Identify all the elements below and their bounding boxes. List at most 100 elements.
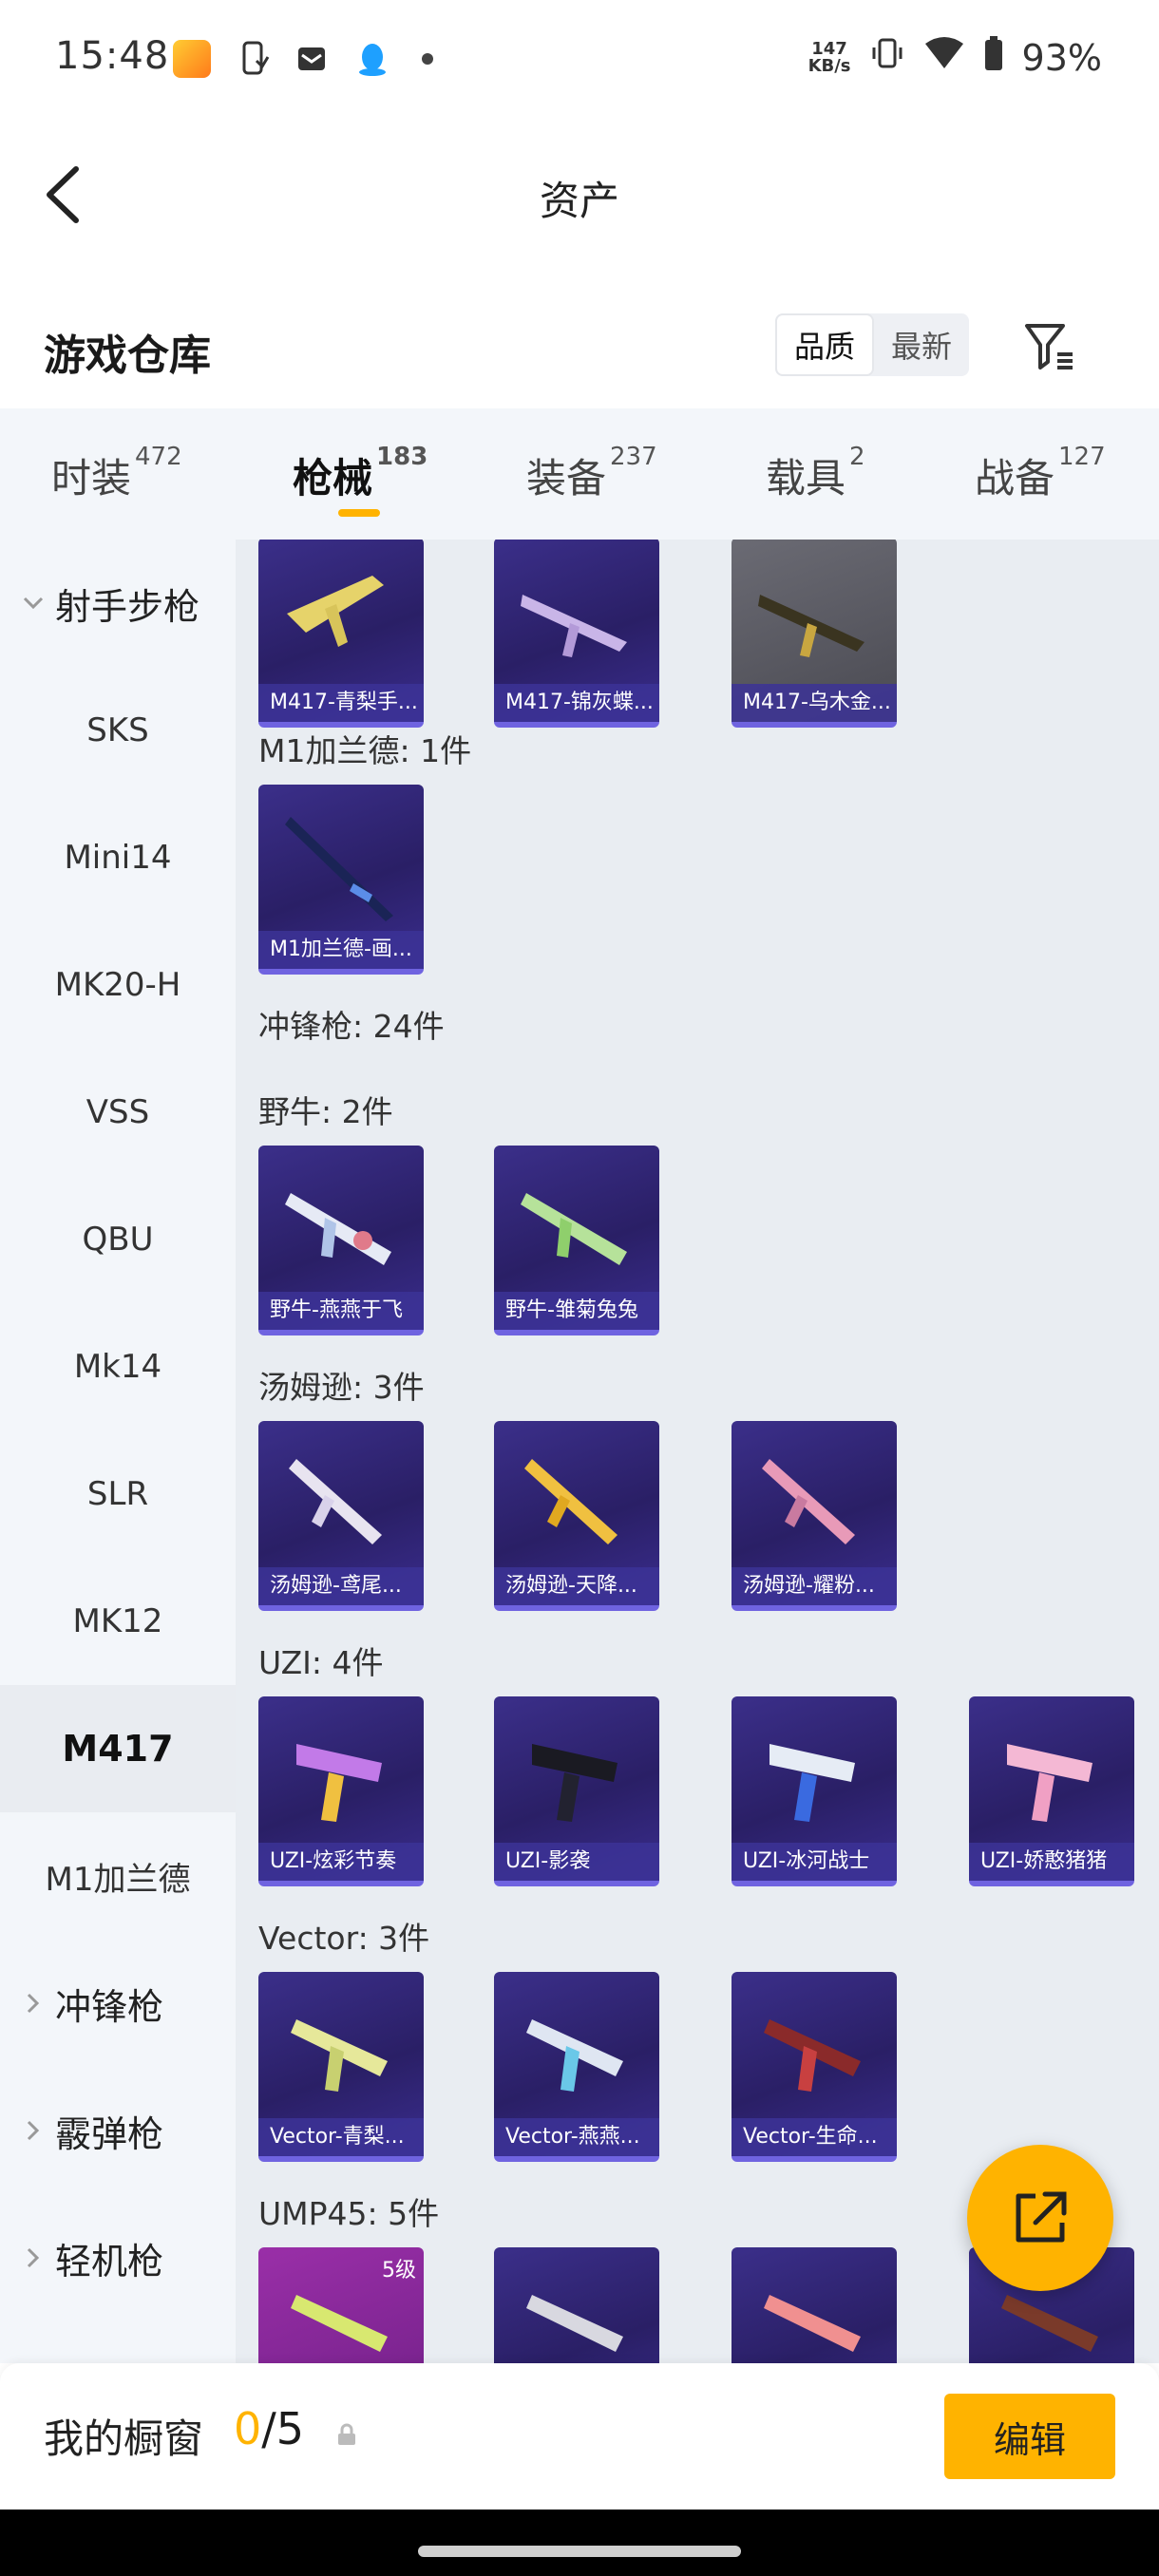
tab-supplies[interactable]: 战备 127 xyxy=(975,443,1106,504)
home-indicator[interactable] xyxy=(418,2546,741,2557)
uzi-skin-icon xyxy=(770,1744,855,1822)
weapon-type-sidebar: 射手步枪 SKS Mini14 MK20-H VSS QBU Mk14 SLR … xyxy=(0,540,236,2363)
wifi-icon xyxy=(923,34,965,81)
sidebar-item-mk14[interactable]: Mk14 xyxy=(0,1303,236,1430)
sidebar-item-qbu[interactable]: QBU xyxy=(0,1176,236,1303)
lock-icon xyxy=(338,2423,355,2445)
smg-skin-icon xyxy=(524,1459,618,1544)
sidebar-item-vss[interactable]: VSS xyxy=(0,1049,236,1176)
sidebar-label: 冲锋枪 xyxy=(55,1985,164,2028)
battery-icon xyxy=(982,34,1005,81)
weapon-card[interactable]: UZI-影袭 xyxy=(494,1696,659,1886)
weapon-card-name: M417-锦灰蝶... xyxy=(494,684,659,722)
smg-skin-icon xyxy=(526,2295,623,2352)
weapon-grid: M417-青梨手... M417-锦灰蝶... M417-乌木金... M1加兰… xyxy=(236,540,1159,2363)
edit-button[interactable]: 编辑 xyxy=(944,2394,1115,2479)
sidebar-group-shotgun[interactable]: 霰弹枪 xyxy=(0,2067,236,2194)
smg-skin-icon xyxy=(521,1193,627,1265)
weapon-card[interactable]: UZI-娇憨猪猪 xyxy=(969,1696,1134,1886)
tab-fashion-label: 时装 xyxy=(51,455,132,502)
weapon-card[interactable]: 汤姆逊-鸢尾... xyxy=(258,1421,424,1611)
weapon-card-name: Vector-青梨... xyxy=(258,2118,424,2156)
showcase-count: 0/5 xyxy=(234,2403,304,2454)
weapon-card[interactable]: M417-青梨手... xyxy=(258,540,424,728)
showcase-label: 我的橱窗 xyxy=(44,2415,204,2462)
sort-latest-button[interactable]: 最新 xyxy=(874,313,969,376)
smg-skin-icon xyxy=(285,1193,391,1265)
tab-supplies-label: 战备 xyxy=(975,455,1055,502)
weapon-card[interactable]: M1加兰德-画... xyxy=(258,785,424,975)
section-header-uzi: UZI: 4件 xyxy=(258,1644,384,1681)
chevron-right-icon xyxy=(19,2119,48,2142)
smg-skin-icon xyxy=(762,1459,855,1544)
sidebar-item-slr[interactable]: SLR xyxy=(0,1430,236,1558)
phone-sync-icon xyxy=(236,40,274,78)
weapon-card[interactable]: 野牛-雏菊兔兔 xyxy=(494,1146,659,1335)
category-tabs: 时装 472 枪械 183 装备 237 载具 2 战备 127 xyxy=(0,408,1159,540)
weapon-card[interactable]: M417-锦灰蝶... xyxy=(494,540,659,728)
sidebar-label: 霰弹枪 xyxy=(55,2112,164,2155)
share-button[interactable] xyxy=(967,2145,1113,2291)
tab-fashion-count: 472 xyxy=(135,443,182,471)
tab-guns[interactable]: 枪械 183 xyxy=(293,443,428,504)
sort-toggle: 品质 最新 xyxy=(775,313,969,376)
weapon-card-name: UZI-炫彩节奏 xyxy=(258,1843,424,1881)
weapon-card[interactable]: 汤姆逊-天降... xyxy=(494,1421,659,1611)
weapon-card[interactable] xyxy=(732,2247,897,2363)
weapon-card[interactable]: UZI-炫彩节奏 xyxy=(258,1696,424,1886)
sidebar-item-mk12[interactable]: MK12 xyxy=(0,1558,236,1685)
chevron-right-icon xyxy=(19,1992,48,2015)
weapon-card-name: UZI-影袭 xyxy=(494,1843,659,1881)
weapon-card[interactable]: M417-乌木金... xyxy=(732,540,897,728)
sidebar-item-m417[interactable]: M417 xyxy=(0,1685,236,1812)
tab-vehicles-count: 2 xyxy=(849,443,865,471)
sidebar-label: 射手步枪 xyxy=(55,585,200,628)
rifle-skin-icon xyxy=(285,817,393,921)
weapon-card[interactable]: 野牛-燕燕于飞 xyxy=(258,1146,424,1335)
section-header-bison: 野牛: 2件 xyxy=(258,1093,393,1130)
rifle-skin-icon xyxy=(287,576,384,647)
sort-quality-button[interactable]: 品质 xyxy=(775,313,874,376)
sidebar-group-smg[interactable]: 冲锋枪 xyxy=(0,1940,236,2067)
uzi-skin-icon xyxy=(296,1744,382,1822)
weapon-card-name: 汤姆逊-天降... xyxy=(494,1567,659,1605)
weapon-card[interactable]: Vector-生命... xyxy=(732,1972,897,2162)
sidebar-item-mini14[interactable]: Mini14 xyxy=(0,794,236,921)
chevron-right-icon xyxy=(19,2246,48,2269)
rifle-skin-icon xyxy=(758,595,864,657)
tab-equipment-label: 装备 xyxy=(526,455,607,502)
filter-button[interactable] xyxy=(1016,313,1083,380)
uzi-skin-icon xyxy=(1007,1744,1092,1822)
smg-skin-icon xyxy=(764,2295,861,2352)
uzi-skin-icon xyxy=(532,1744,618,1822)
tab-vehicles[interactable]: 载具 2 xyxy=(766,443,865,504)
showcase-count-current: 0 xyxy=(234,2403,262,2454)
sidebar-item-sks[interactable]: SKS xyxy=(0,667,236,794)
net-speed-value: 147 xyxy=(811,38,847,59)
tab-fashion[interactable]: 时装 472 xyxy=(51,443,182,504)
weapon-card-name: M417-青梨手... xyxy=(258,684,424,722)
weapon-card[interactable]: Vector-燕燕... xyxy=(494,1972,659,2162)
chevron-down-icon xyxy=(19,596,48,611)
sidebar-group-lmg[interactable]: 轻机枪 xyxy=(0,2194,236,2321)
vector-skin-icon xyxy=(764,2019,861,2092)
vector-skin-icon xyxy=(526,2019,623,2092)
sidebar-item-mk20h[interactable]: MK20-H xyxy=(0,921,236,1049)
sidebar-item-m1garand[interactable]: M1加兰德 xyxy=(0,1812,236,1940)
battery-percent: 93% xyxy=(1021,36,1102,79)
status-time: 15:48 xyxy=(55,34,170,78)
weapon-card[interactable]: 汤姆逊-耀粉... xyxy=(732,1421,897,1611)
game-app-icon xyxy=(173,40,211,78)
tab-equipment-count: 237 xyxy=(610,443,657,471)
weapon-card[interactable]: 5级 xyxy=(258,2247,424,2363)
filter-icon xyxy=(1025,324,1073,369)
sidebar-group-marksman[interactable]: 射手步枪 xyxy=(0,540,236,667)
weapon-card[interactable]: Vector-青梨... xyxy=(258,1972,424,2162)
section-header-vector: Vector: 3件 xyxy=(258,1920,430,1957)
tab-guns-label: 枪械 xyxy=(293,455,373,502)
weapon-card[interactable]: UZI-冰河战士 xyxy=(732,1696,897,1886)
weapon-card[interactable] xyxy=(494,2247,659,2363)
weapon-card-name: 野牛-燕燕于飞 xyxy=(258,1292,424,1330)
tab-equipment[interactable]: 装备 237 xyxy=(526,443,657,504)
rifle-skin-icon xyxy=(521,595,627,657)
